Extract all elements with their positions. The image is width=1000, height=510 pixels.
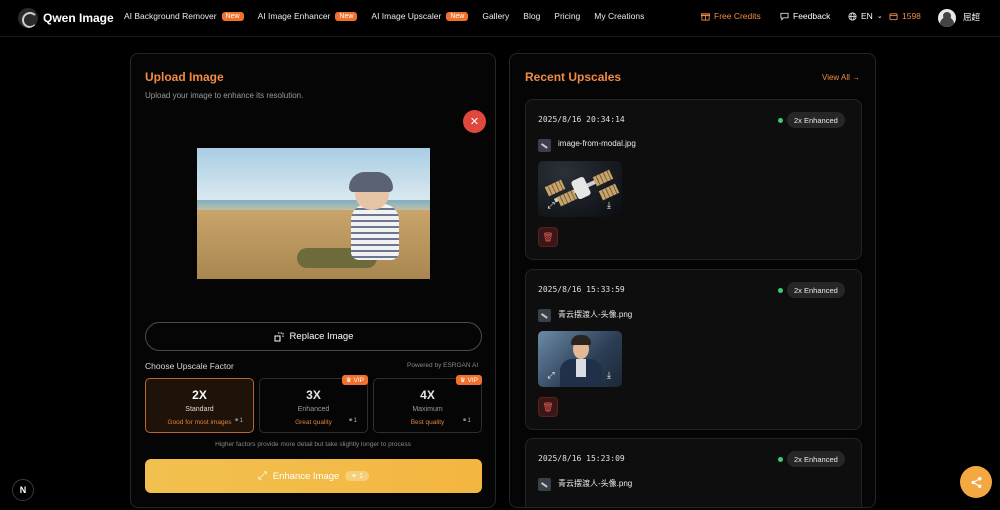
status-dot xyxy=(778,288,783,293)
nav-link-background-remover[interactable]: AI Background Remover New xyxy=(124,11,244,21)
image-file-icon xyxy=(538,309,551,322)
delete-button[interactable]: 🗑 xyxy=(538,397,558,417)
language-select[interactable]: EN ⌄ xyxy=(848,11,883,21)
credit-cost: ⚭1 xyxy=(233,417,243,424)
upload-subtitle: Upload your image to enhance its resolut… xyxy=(145,91,304,100)
expand-icon[interactable]: ⤢ xyxy=(544,368,558,382)
coin-icon: ⚭ xyxy=(351,473,358,480)
nav-link-image-upscaler[interactable]: AI Image Upscaler New xyxy=(371,11,469,21)
nextjs-badge[interactable]: N xyxy=(12,479,34,501)
close-icon: ✕ xyxy=(469,116,480,128)
logo[interactable]: Qwen Image xyxy=(18,8,114,28)
factor-option-2x[interactable]: 2X Standard Good for most images ⚭1 xyxy=(145,378,254,433)
file-name: 青云摆渡人-头像.png xyxy=(558,479,633,488)
factor-option-4x[interactable]: ♛ VIP 4X Maximum Best quality ⚭1 xyxy=(373,375,482,433)
free-credits-link[interactable]: Free Credits xyxy=(701,11,761,21)
delete-button[interactable]: 🗑 xyxy=(538,227,558,247)
crown-icon: ♛ xyxy=(345,377,352,384)
new-badge: New xyxy=(335,11,358,21)
status-dot xyxy=(778,457,783,462)
trash-icon: 🗑 xyxy=(542,231,554,242)
nav-link-blog[interactable]: Blog xyxy=(523,11,540,21)
status-badge: 2x Enhanced xyxy=(787,282,845,298)
recent-upscales-panel: Recent Upscales View All → 2025/8/16 20:… xyxy=(509,53,876,508)
credits-balance[interactable]: 1598 xyxy=(889,11,921,21)
download-icon[interactable]: ⤓ xyxy=(602,368,616,382)
trash-icon: 🗑 xyxy=(542,401,554,412)
upload-title: Upload Image xyxy=(145,70,224,84)
status-dot xyxy=(778,118,783,123)
powered-by: Powered by ESRGAN AI xyxy=(407,362,479,369)
vip-badge: ♛ VIP xyxy=(341,375,368,385)
credit-cost: ⚭1 xyxy=(347,417,357,424)
card-timestamp: 2025/8/16 15:33:59 xyxy=(538,285,625,294)
nav-link-my-creations[interactable]: My Creations xyxy=(594,11,644,21)
credit-cost: ⚭ 1 xyxy=(345,471,370,481)
nav-link-pricing[interactable]: Pricing xyxy=(554,11,580,21)
image-file-icon xyxy=(538,139,551,152)
chat-icon xyxy=(780,12,789,21)
credit-cost: ⚭1 xyxy=(461,417,471,424)
avatar[interactable] xyxy=(938,9,956,27)
crown-icon: ♛ xyxy=(459,377,466,384)
uploaded-image-preview xyxy=(197,148,430,279)
logo-text: Qwen Image xyxy=(43,11,114,25)
expand-icon: ⤢ xyxy=(257,469,267,482)
result-thumbnail[interactable]: ⤢ ⤓ xyxy=(538,331,622,387)
feedback-link[interactable]: Feedback xyxy=(780,11,830,21)
upscale-card: 2025/8/16 15:23:09 2x Enhanced 青云摆渡人-头像.… xyxy=(525,438,862,507)
view-all-link[interactable]: View All → xyxy=(822,73,860,82)
factor-option-3x[interactable]: ♛ VIP 3X Enhanced Great quality ⚭1 xyxy=(259,375,368,433)
logo-icon xyxy=(18,8,38,28)
nav-link-image-enhancer[interactable]: AI Image Enhancer New xyxy=(258,11,358,21)
upscale-factor-label: Choose Upscale Factor xyxy=(145,361,234,371)
expand-icon[interactable]: ⤢ xyxy=(544,198,558,212)
result-thumbnail[interactable]: ⤢ ⤓ xyxy=(538,161,622,217)
globe-icon xyxy=(848,11,857,21)
upscale-hint: Higher factors provide more detail but t… xyxy=(215,441,411,448)
share-button[interactable] xyxy=(960,466,992,498)
upscale-card: 2025/8/16 15:33:59 2x Enhanced 青云摆渡人-头像.… xyxy=(525,269,862,430)
nav-links: AI Background Remover New AI Image Enhan… xyxy=(124,11,658,21)
upscale-card: 2025/8/16 20:34:14 2x Enhanced image-fro… xyxy=(525,99,862,260)
file-name: image-from-modal.jpg xyxy=(558,139,636,148)
vip-badge: ♛ VIP xyxy=(455,375,482,385)
image-file-icon xyxy=(538,478,551,491)
chevron-down-icon: ⌄ xyxy=(876,13,883,20)
enhance-image-button[interactable]: ⤢ Enhance Image ⚭ 1 xyxy=(145,459,482,493)
card-timestamp: 2025/8/16 20:34:14 xyxy=(538,115,625,124)
replace-icon xyxy=(274,332,284,341)
nav-link-gallery[interactable]: Gallery xyxy=(482,11,509,21)
card-timestamp: 2025/8/16 15:23:09 xyxy=(538,454,625,463)
gift-icon xyxy=(701,12,710,21)
username[interactable]: 屈超 xyxy=(963,11,980,23)
replace-image-button[interactable]: Replace Image xyxy=(145,322,482,351)
download-icon[interactable]: ⤓ xyxy=(602,198,616,212)
top-nav: Qwen Image AI Background Remover New AI … xyxy=(0,0,1000,37)
status-badge: 2x Enhanced xyxy=(787,112,845,128)
file-name: 青云摆渡人-头像.png xyxy=(558,310,633,319)
status-badge: 2x Enhanced xyxy=(787,451,845,467)
new-badge: New xyxy=(221,11,244,21)
new-badge: New xyxy=(446,11,469,21)
share-icon xyxy=(971,476,981,488)
upload-panel: Upload Image Upload your image to enhanc… xyxy=(130,53,496,508)
remove-image-button[interactable]: ✕ xyxy=(463,110,486,133)
recent-title: Recent Upscales xyxy=(525,70,622,84)
wallet-icon xyxy=(889,12,898,20)
